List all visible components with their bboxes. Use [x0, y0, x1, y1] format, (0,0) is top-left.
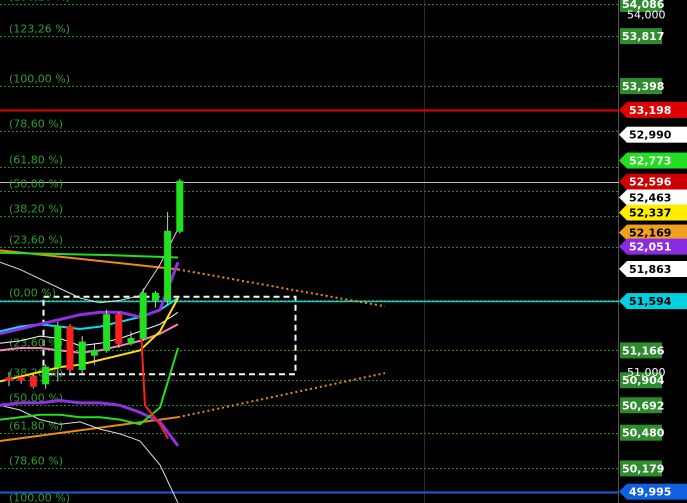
candle-body — [78, 341, 86, 371]
candle-body — [127, 338, 135, 344]
fibo-level-label: (61,80 %) — [9, 420, 63, 433]
fibo-level-label: (23,60 %) — [9, 234, 63, 247]
price-line-tag: 49,995 — [619, 483, 687, 500]
price-tag-arrow — [619, 261, 627, 278]
price-tag-arrow — [619, 238, 627, 255]
candle-body — [66, 326, 74, 371]
price-tag-label: 50,480 — [622, 427, 665, 440]
fibo-price-tag: 51,166 — [620, 342, 665, 359]
axis-tick-label: 51,000 — [627, 366, 666, 379]
price-tag-arrow — [619, 173, 627, 190]
fibo-price-tag: 50,692 — [620, 397, 664, 414]
price-tag-label: 51,594 — [629, 295, 672, 308]
price-line-tag: 51,863 — [619, 261, 687, 278]
fibo-level-label: (61,80 %) — [9, 154, 63, 167]
price-line-tag: 52,051 — [619, 238, 687, 255]
price-tag-label: 51,863 — [629, 263, 671, 276]
fibo-level-label: (0,00 %) — [9, 287, 56, 300]
trading-chart: (138,20 %) (123,26 %) (100,00 %) (78,60 %) (… — [0, 0, 687, 503]
price-tag-arrow — [619, 101, 627, 118]
price-tag-label: 53,817 — [622, 30, 664, 43]
candle-body — [176, 180, 184, 232]
price-line-tag: 51,594 — [619, 293, 687, 310]
price-line-tag: 52,463 — [619, 189, 687, 206]
price-tag-arrow — [619, 224, 627, 241]
fibo-level-label: (100,00 %) — [9, 73, 70, 86]
price-line-tag: 52,990 — [619, 126, 687, 143]
price-line-tag: 52,337 — [619, 204, 687, 221]
price-tag-label: 53,198 — [629, 104, 671, 117]
fibo-level-label: (50,00 %) — [9, 178, 63, 191]
price-tag-arrow — [619, 189, 627, 206]
fibo-level-label: (38,20 %) — [9, 203, 63, 216]
price-tag-label: 50,179 — [622, 462, 664, 475]
price-tag-label: 52,463 — [629, 192, 671, 205]
green-band-line — [0, 251, 179, 259]
price-tag-label: 52,337 — [629, 207, 671, 220]
fibo-level-label: (138,20 %) — [9, 0, 70, 4]
candle-body — [42, 366, 50, 385]
price-tag-label: 52,169 — [629, 227, 671, 240]
candle-body — [115, 314, 123, 344]
price-tag-label: 53,398 — [622, 80, 664, 93]
chart-background — [0, 0, 619, 503]
price-line-tag: 52,596 — [619, 173, 687, 190]
fibo-level-label: (123,26 %) — [9, 23, 70, 36]
fibo-level-label: (78,60 %) — [9, 118, 63, 131]
fibo-level-label: (78,60 %) — [9, 455, 63, 468]
price-tag-label: 52,596 — [629, 176, 672, 189]
candle-body — [103, 314, 111, 351]
trendline-lower-projection — [177, 372, 386, 419]
price-tag-arrow — [619, 293, 627, 310]
price-line-tag: 53,198 — [619, 101, 687, 118]
candle-body — [54, 326, 62, 368]
price-line-tag: 52,169 — [619, 224, 687, 241]
candle-body — [17, 377, 25, 381]
price-tag-label: 50,692 — [622, 399, 664, 412]
fibo-price-tag: 53,817 — [620, 28, 664, 45]
candle-body — [164, 230, 172, 301]
fibo-price-tag: 50,480 — [620, 424, 665, 441]
price-tag-label: 52,773 — [629, 155, 671, 168]
price-tag-label: 52,051 — [629, 241, 671, 254]
fibo-price-tag: 50,179 — [620, 460, 664, 477]
price-tag-label: 52,990 — [629, 129, 672, 142]
axis-tick-label: 54,000 — [627, 8, 666, 21]
price-tag-arrow — [619, 126, 627, 143]
candle-body — [151, 292, 159, 301]
price-tag-label: 49,995 — [629, 486, 671, 499]
candle-body — [139, 292, 147, 340]
price-tag-arrow — [619, 152, 627, 169]
price-axis: 54,08653,81753,39851,16650,90450,69250,4… — [619, 0, 687, 500]
candle-body — [90, 349, 98, 356]
price-tag-label: 51,166 — [622, 344, 665, 357]
candle-body — [29, 376, 37, 387]
price-tag-arrow — [619, 204, 627, 221]
price-tag-arrow — [619, 483, 627, 500]
fibo-price-tag: 53,398 — [620, 78, 664, 95]
fibonacci-levels: (138,20 %) (123,26 %) (100,00 %) (78,60 %) (… — [0, 0, 618, 503]
fibo-level-label: (100,00 %) — [9, 492, 70, 503]
candle-body — [5, 377, 13, 381]
price-line-tag: 52,773 — [619, 152, 687, 169]
